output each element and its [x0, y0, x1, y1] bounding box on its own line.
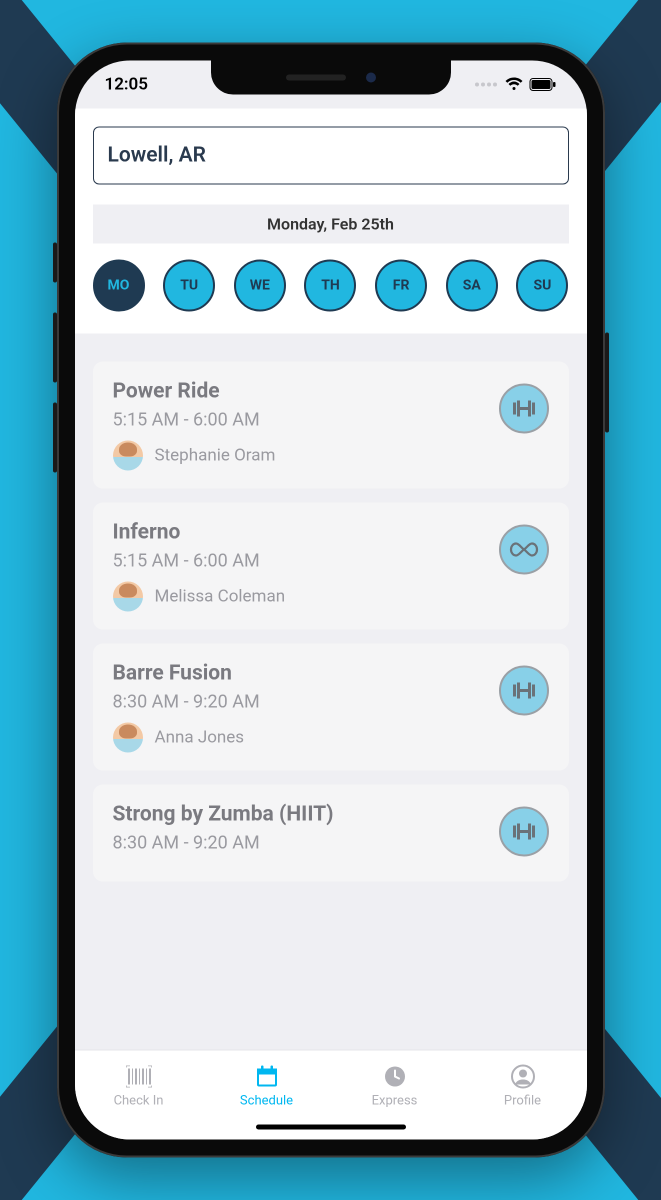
instructor-name: Anna Jones — [155, 728, 245, 748]
day-tu[interactable]: TU — [163, 260, 215, 312]
battery-icon — [529, 78, 557, 92]
class-title: Barre Fusion — [113, 662, 549, 686]
class-list[interactable]: Power Ride 5:15 AM - 6:00 AM Stephanie O… — [75, 334, 587, 882]
class-card[interactable]: Barre Fusion 8:30 AM - 9:20 AM Anna Jone… — [93, 644, 569, 771]
profile-icon — [511, 1064, 535, 1090]
day-mo[interactable]: MO — [93, 260, 145, 312]
wifi-icon — [505, 78, 523, 92]
day-selector: MO TU WE TH FR SA SU — [93, 244, 569, 312]
phone-frame: 12:05 Lowell, AR Monday, Feb 25th MO — [57, 43, 605, 1158]
class-title: Strong by Zumba (HIIT) — [113, 803, 549, 827]
clock-icon — [383, 1064, 407, 1090]
dumbbell-icon[interactable] — [499, 384, 549, 434]
date-label[interactable]: Monday, Feb 25th — [93, 205, 569, 244]
avatar-icon — [113, 723, 143, 753]
avatar-icon — [113, 441, 143, 471]
tab-express[interactable]: Express — [331, 1051, 459, 1122]
tab-label: Schedule — [240, 1094, 293, 1109]
avatar-icon — [113, 582, 143, 612]
instructor-name: Melissa Coleman — [155, 587, 286, 607]
barcode-icon — [126, 1064, 152, 1090]
day-we[interactable]: WE — [234, 260, 286, 312]
class-time: 5:15 AM - 6:00 AM — [113, 551, 549, 572]
tab-label: Check In — [114, 1094, 164, 1109]
class-time: 8:30 AM - 9:20 AM — [113, 692, 549, 713]
day-sa[interactable]: SA — [446, 260, 498, 312]
infinity-icon[interactable] — [499, 525, 549, 575]
location-value: Lowell, AR — [108, 144, 206, 168]
class-card[interactable]: Power Ride 5:15 AM - 6:00 AM Stephanie O… — [93, 362, 569, 489]
signal-dots-icon — [475, 83, 497, 87]
class-card[interactable]: Inferno 5:15 AM - 6:00 AM Melissa Colema… — [93, 503, 569, 630]
screen: 12:05 Lowell, AR Monday, Feb 25th MO — [75, 61, 587, 1140]
schedule-header: Lowell, AR Monday, Feb 25th MO TU WE TH … — [75, 109, 587, 334]
home-indicator[interactable] — [256, 1125, 406, 1130]
class-time: 5:15 AM - 6:00 AM — [113, 410, 549, 431]
tab-profile[interactable]: Profile — [459, 1051, 587, 1122]
instructor-row: Stephanie Oram — [113, 441, 549, 471]
calendar-icon — [255, 1064, 279, 1090]
tab-label: Profile — [504, 1094, 541, 1109]
dumbbell-icon[interactable] — [499, 666, 549, 716]
tab-schedule[interactable]: Schedule — [203, 1051, 331, 1122]
status-time: 12:05 — [105, 75, 148, 95]
class-time: 8:30 AM - 9:20 AM — [113, 833, 549, 854]
class-title: Power Ride — [113, 380, 549, 404]
instructor-row: Melissa Coleman — [113, 582, 549, 612]
instructor-row: Anna Jones — [113, 723, 549, 753]
tab-check-in[interactable]: Check In — [75, 1051, 203, 1122]
dumbbell-icon[interactable] — [499, 807, 549, 857]
tab-label: Express — [372, 1094, 418, 1109]
day-su[interactable]: SU — [516, 260, 568, 312]
class-card[interactable]: Strong by Zumba (HIIT) 8:30 AM - 9:20 AM — [93, 785, 569, 882]
day-th[interactable]: TH — [304, 260, 356, 312]
location-selector[interactable]: Lowell, AR — [93, 127, 569, 185]
day-fr[interactable]: FR — [375, 260, 427, 312]
class-title: Inferno — [113, 521, 549, 545]
instructor-name: Stephanie Oram — [155, 446, 276, 466]
notch — [211, 61, 451, 95]
